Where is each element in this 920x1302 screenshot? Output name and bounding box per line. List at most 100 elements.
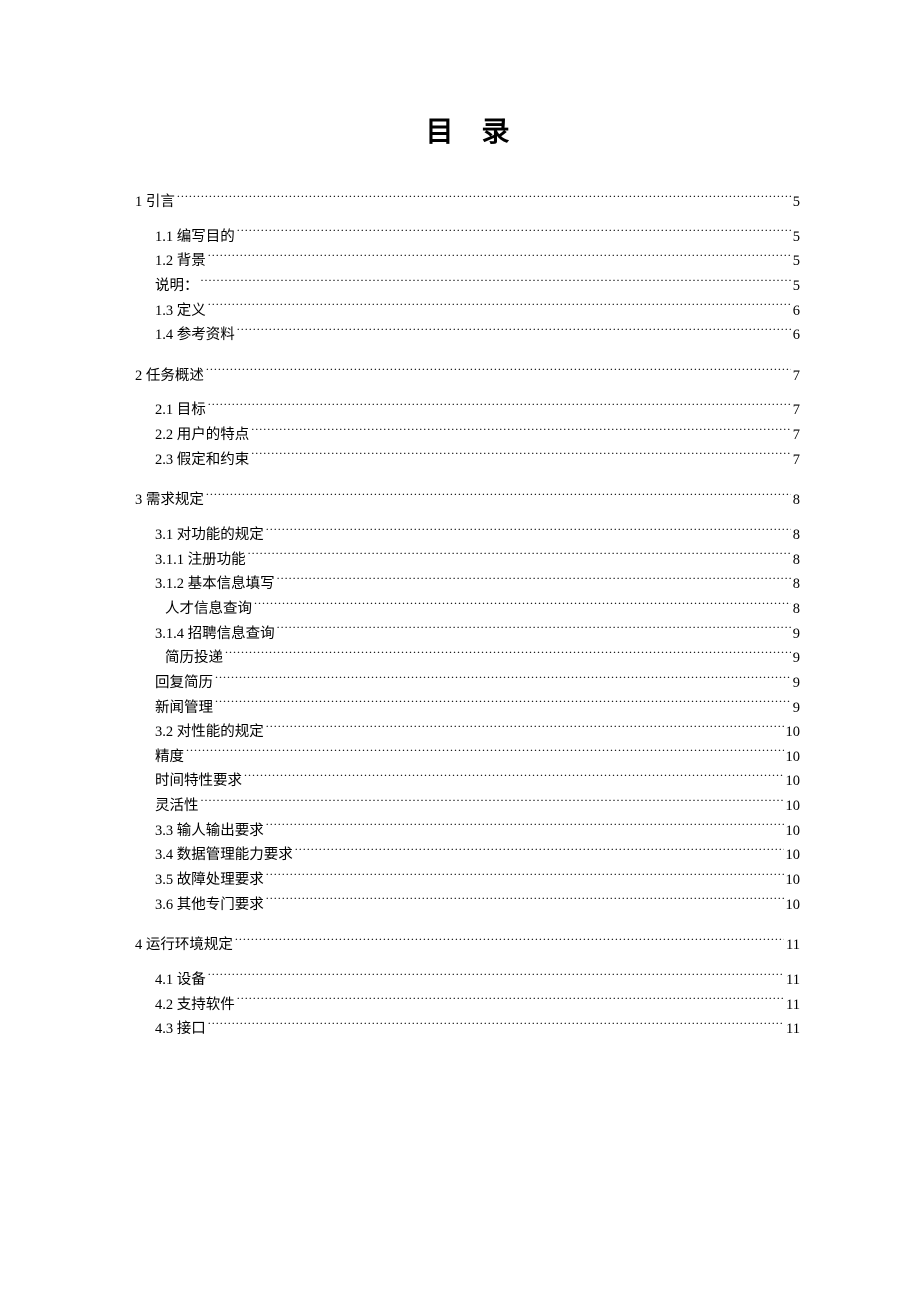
toc-entry-page: 8 [793,572,800,597]
toc-entry-label: 精度 [155,745,184,770]
toc-dots [208,400,791,415]
toc-entry: 1.3 定义 6 [135,299,800,324]
toc-entry-label: 4.3 接口 [155,1017,206,1042]
toc-entry-label: 简历投递 [165,646,223,671]
toc-entry-label: 灵活性 [155,794,199,819]
toc-entry: 1.2 背景 5 [135,249,800,274]
toc-entry-label: 1.2 背景 [155,249,206,274]
toc-entry: 时间特性要求 10 [135,769,800,794]
toc-entry: 说明： 5 [135,274,800,299]
toc-entry: 2.3 假定和约束 7 [135,448,800,473]
toc-dots [266,722,784,737]
toc-dots [266,820,784,835]
toc-entry-label: 1.3 定义 [155,299,206,324]
toc-entry-page: 9 [793,696,800,721]
toc-entry: 1.1 编写目的5 [135,225,800,250]
toc-entry-page: 5 [793,249,800,274]
toc-dots [295,845,784,860]
toc-dots [235,935,784,950]
toc-entry-page: 10 [786,769,801,794]
toc-entry: 3.4 数据管理能力要求10 [135,843,800,868]
toc-dots [208,1019,784,1034]
toc-entry-label: 说明： [155,274,199,299]
toc-entry-label: 3.1 对功能的规定 [155,523,264,548]
toc-entry-page: 7 [793,398,800,423]
toc-entry: 精度 10 [135,745,800,770]
toc-dots [244,771,784,786]
toc-entry-page: 11 [786,1017,800,1042]
toc-entry-page: 10 [786,745,801,770]
toc-entry: 3.1.4 招聘信息查询9 [135,622,800,647]
toc-entry-label: 2.3 假定和约束 [155,448,249,473]
toc-entry: 人才信息查询 8 [135,597,800,622]
toc-entry-label: 4 运行环境规定 [135,933,233,958]
toc-entry-page: 10 [786,868,801,893]
toc-dots [237,994,784,1009]
toc-entry: 新闻管理 9 [135,696,800,721]
toc-title: 目录 [135,110,800,150]
toc-entry: 4.1 设备 11 [135,968,800,993]
toc-dots [215,697,791,712]
toc-entry-label: 时间特性要求 [155,769,242,794]
toc-entry: 4 运行环境规定 11 [135,933,800,958]
toc-entry-page: 7 [793,423,800,448]
toc-entry-label: 4.2 支持软件 [155,993,235,1018]
toc-entry-label: 3.5 故障处理要求 [155,868,264,893]
toc-entry-page: 5 [793,225,800,250]
toc-entry: 3.6 其他专门要求 10 [135,893,800,918]
toc-dots [266,870,784,885]
toc-entry-label: 3.1.4 招聘信息查询 [155,622,275,647]
toc-entry-page: 5 [793,190,800,215]
toc-entry-label: 3.1.1 注册功能 [155,548,246,573]
toc-dots [206,365,791,380]
toc-dots [237,226,791,241]
toc-entry-page: 8 [793,548,800,573]
toc-dots [208,969,784,984]
toc-entry-page: 6 [793,299,800,324]
toc-entry-page: 10 [786,794,801,819]
toc-entry-page: 5 [793,274,800,299]
toc-list: 1 引言5 1.1 编写目的51.2 背景 5 说明： 5 1.3 定义 6 1.4 参考资料… [135,190,800,1042]
toc-entry-page: 11 [786,993,800,1018]
toc-entry-page: 8 [793,488,800,513]
toc-dots [277,574,791,589]
toc-entry-label: 人才信息查询 [165,597,252,622]
toc-entry-page: 6 [793,323,800,348]
toc-entry-label: 3 需求规定 [135,488,204,513]
toc-entry-page: 10 [786,720,801,745]
toc-entry-page: 10 [786,893,801,918]
toc-dots [208,251,791,266]
toc-entry-label: 回复简历 [155,671,213,696]
toc-entry: 3.2 对性能的规定10 [135,720,800,745]
toc-entry-page: 8 [793,597,800,622]
toc-entry-label: 4.1 设备 [155,968,206,993]
toc-entry: 2 任务概述7 [135,364,800,389]
toc-entry-label: 2.1 目标 [155,398,206,423]
toc-entry: 4.2 支持软件 11 [135,993,800,1018]
toc-entry: 3 需求规定 8 [135,488,800,513]
toc-dots [237,325,791,340]
toc-dots [248,549,791,564]
toc-entry-page: 11 [786,933,800,958]
toc-entry-page: 10 [786,843,801,868]
toc-dots [215,672,791,687]
toc-entry-page: 11 [786,968,800,993]
toc-entry: 1 引言5 [135,190,800,215]
toc-entry-page: 9 [793,671,800,696]
toc-dots [186,746,784,761]
toc-entry: 2.1 目标 7 [135,398,800,423]
toc-entry: 灵活性 10 [135,794,800,819]
toc-entry-page: 7 [793,448,800,473]
toc-entry-page: 9 [793,646,800,671]
toc-entry-label: 3.1.2 基本信息填写 [155,572,275,597]
toc-dots [208,300,791,315]
toc-dots [177,192,791,207]
toc-entry: 3.3 输人输出要求10 [135,819,800,844]
toc-entry-label: 1.4 参考资料 [155,323,235,348]
toc-entry-label: 2 任务概述 [135,364,204,389]
toc-dots [251,425,791,440]
toc-entry-label: 新闻管理 [155,696,213,721]
toc-entry: 3.1.1 注册功能 8 [135,548,800,573]
toc-entry-label: 3.6 其他专门要求 [155,893,264,918]
toc-entry: 3.1 对功能的规定8 [135,523,800,548]
